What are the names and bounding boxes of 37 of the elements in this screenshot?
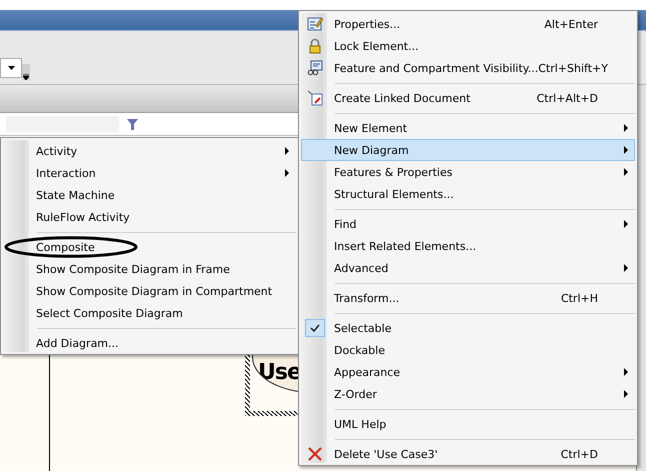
menu-item[interactable]: Appearance (301, 361, 635, 383)
menu-item[interactable]: Find (301, 213, 635, 235)
menu-item[interactable]: State Machine (3, 184, 296, 206)
menu-item[interactable]: Features & Properties (301, 161, 635, 183)
menu-item[interactable]: Activity (3, 140, 296, 162)
menu-item[interactable]: Transform... Ctrl+H (301, 287, 635, 309)
menu-item[interactable]: Selectable (301, 317, 635, 339)
caret-icon (23, 74, 29, 80)
menu-item[interactable]: Insert Related Elements... (301, 235, 635, 257)
properties-icon (307, 16, 323, 32)
padlock-icon (307, 38, 323, 54)
menu-item[interactable]: Feature and Compartment Visibility...Ctrl+Shift+Y (301, 57, 635, 79)
menu-item[interactable]: Dockable (301, 339, 635, 361)
menu-item[interactable]: Delete 'Use Case3' Ctrl+D (301, 443, 635, 465)
menu-item[interactable]: Advanced (301, 257, 635, 279)
menu-item[interactable]: Structural Elements... (301, 183, 635, 205)
menu-item[interactable]: Lock Element... (301, 35, 635, 57)
window-icon (307, 60, 323, 76)
delete-icon (307, 446, 323, 462)
menu-item[interactable]: Select Composite Diagram (3, 302, 296, 324)
menu-item[interactable]: Z-Order (301, 383, 635, 405)
menu-item[interactable]: Composite (3, 236, 296, 258)
menu-item[interactable]: Interaction (3, 162, 296, 184)
menu-item[interactable]: UML Help (301, 413, 635, 435)
toolbar-options-button[interactable] (22, 64, 30, 80)
menu-item[interactable]: New Diagram (301, 139, 635, 161)
dropdown-button[interactable] (0, 58, 22, 78)
menu-item[interactable]: Show Composite Diagram in Compartment (3, 280, 296, 302)
menu-item[interactable]: Show Composite Diagram in Frame (3, 258, 296, 280)
filter-icon[interactable] (127, 118, 138, 130)
menu-item[interactable]: Properties... Alt+Enter (301, 13, 635, 35)
menu-item[interactable]: RuleFlow Activity (3, 206, 296, 228)
caret-icon (8, 66, 14, 70)
menu-item[interactable]: Create Linked Document Ctrl+Alt+D (301, 87, 635, 109)
menu-item[interactable]: New Element (301, 117, 635, 139)
document-icon (307, 90, 323, 106)
menu-item[interactable]: Add Diagram... (3, 332, 296, 354)
